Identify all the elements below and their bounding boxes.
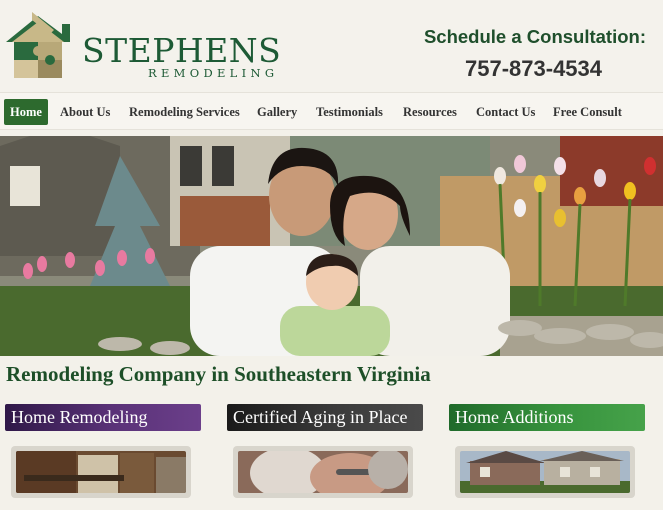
logo-wordmark[interactable]: STEPHENS REMODELING — [82, 31, 282, 81]
service-tab-certified-aging-in-place[interactable]: Certified Aging in Place — [227, 404, 423, 431]
puzzle-house-logo-icon[interactable] — [2, 12, 78, 80]
home-additions-thumbnail[interactable] — [455, 446, 635, 498]
hero-family-photo — [0, 136, 663, 356]
elderly-couple-photo — [238, 451, 408, 493]
kitchen-photo — [16, 451, 186, 493]
nav-item-contact-us[interactable]: Contact Us — [470, 99, 541, 125]
brand-tagline: REMODELING — [148, 66, 279, 80]
phone-number[interactable]: 757-873-4534 — [465, 56, 602, 82]
nav-item-resources[interactable]: Resources — [397, 99, 463, 125]
site-header: STEPHENS REMODELING Schedule a Consultat… — [0, 0, 663, 92]
main-navigation: Home About Us Remodeling Services Galler… — [0, 92, 663, 130]
house-exterior-photo — [460, 451, 630, 493]
service-tab-home-additions[interactable]: Home Additions — [449, 404, 645, 431]
page-headline: Remodeling Company in Southeastern Virgi… — [6, 362, 431, 386]
nav-item-free-consult[interactable]: Free Consult — [547, 99, 628, 125]
home-remodeling-thumbnail[interactable] — [11, 446, 191, 498]
nav-item-testimonials[interactable]: Testimonials — [310, 99, 389, 125]
nav-item-about-us[interactable]: About Us — [54, 99, 116, 125]
aging-in-place-thumbnail[interactable] — [233, 446, 413, 498]
schedule-consultation-label: Schedule a Consultation: — [423, 26, 646, 47]
service-tab-home-remodeling[interactable]: Home Remodeling — [5, 404, 201, 431]
nav-item-home[interactable]: Home — [4, 99, 48, 125]
brand-name: STEPHENS — [82, 31, 282, 70]
hero-image — [0, 136, 663, 356]
nav-item-gallery[interactable]: Gallery — [251, 99, 303, 125]
nav-item-remodeling-services[interactable]: Remodeling Services — [123, 99, 246, 125]
